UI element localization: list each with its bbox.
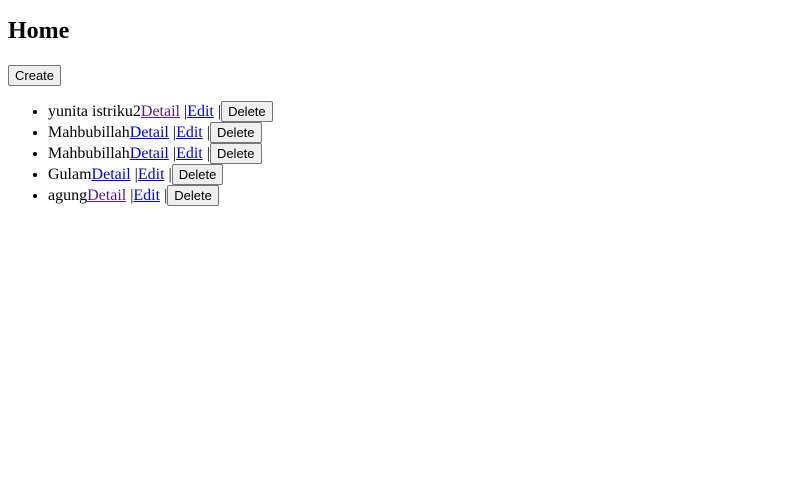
edit-link[interactable]: Edit bbox=[138, 166, 165, 183]
delete-button[interactable]: Delete bbox=[209, 122, 262, 143]
detail-link[interactable]: Detail bbox=[130, 124, 169, 141]
separator: | bbox=[213, 103, 222, 120]
list-item: GulamDetail |Edit |Delete bbox=[48, 164, 781, 185]
create-row: Create bbox=[8, 65, 781, 86]
detail-link[interactable]: Detail bbox=[87, 187, 126, 204]
edit-link[interactable]: Edit bbox=[133, 187, 160, 204]
item-list: yunita istriku2Detail |Edit |Delete Mahb… bbox=[8, 101, 781, 206]
page-title: Home bbox=[8, 18, 70, 44]
separator: | bbox=[168, 145, 177, 162]
detail-link[interactable]: Detail bbox=[92, 166, 131, 183]
separator: | bbox=[164, 166, 172, 183]
list-item: yunita istriku2Detail |Edit |Delete bbox=[48, 101, 781, 122]
delete-button[interactable]: Delete bbox=[221, 101, 273, 122]
list-item: agungDetail |Edit |Delete bbox=[48, 185, 781, 206]
create-button[interactable]: Create bbox=[8, 65, 62, 86]
edit-link[interactable]: Edit bbox=[176, 124, 203, 141]
list-item: MahbubillahDetail |Edit |Delete bbox=[48, 122, 781, 143]
separator: | bbox=[202, 124, 210, 141]
delete-button[interactable]: Delete bbox=[171, 164, 224, 185]
item-name: yunita istriku2 bbox=[48, 103, 141, 120]
separator: | bbox=[202, 145, 210, 162]
detail-link[interactable]: Detail bbox=[130, 145, 169, 162]
edit-link[interactable]: Edit bbox=[176, 145, 203, 162]
list-item: MahbubillahDetail |Edit |Delete bbox=[48, 143, 781, 164]
item-name: Gulam bbox=[48, 166, 92, 183]
item-name: agung bbox=[48, 187, 88, 204]
item-name: Mahbubillah bbox=[48, 145, 130, 162]
separator: | bbox=[160, 187, 168, 204]
separator: | bbox=[168, 124, 177, 141]
edit-link[interactable]: Edit bbox=[187, 103, 214, 120]
delete-button[interactable]: Delete bbox=[209, 143, 262, 164]
page: Home Create yunita istriku2Detail |Edit … bbox=[0, 0, 789, 497]
delete-button[interactable]: Delete bbox=[167, 185, 219, 206]
item-name: Mahbubillah bbox=[48, 124, 130, 141]
separator: | bbox=[130, 166, 138, 183]
detail-link[interactable]: Detail bbox=[141, 103, 180, 120]
